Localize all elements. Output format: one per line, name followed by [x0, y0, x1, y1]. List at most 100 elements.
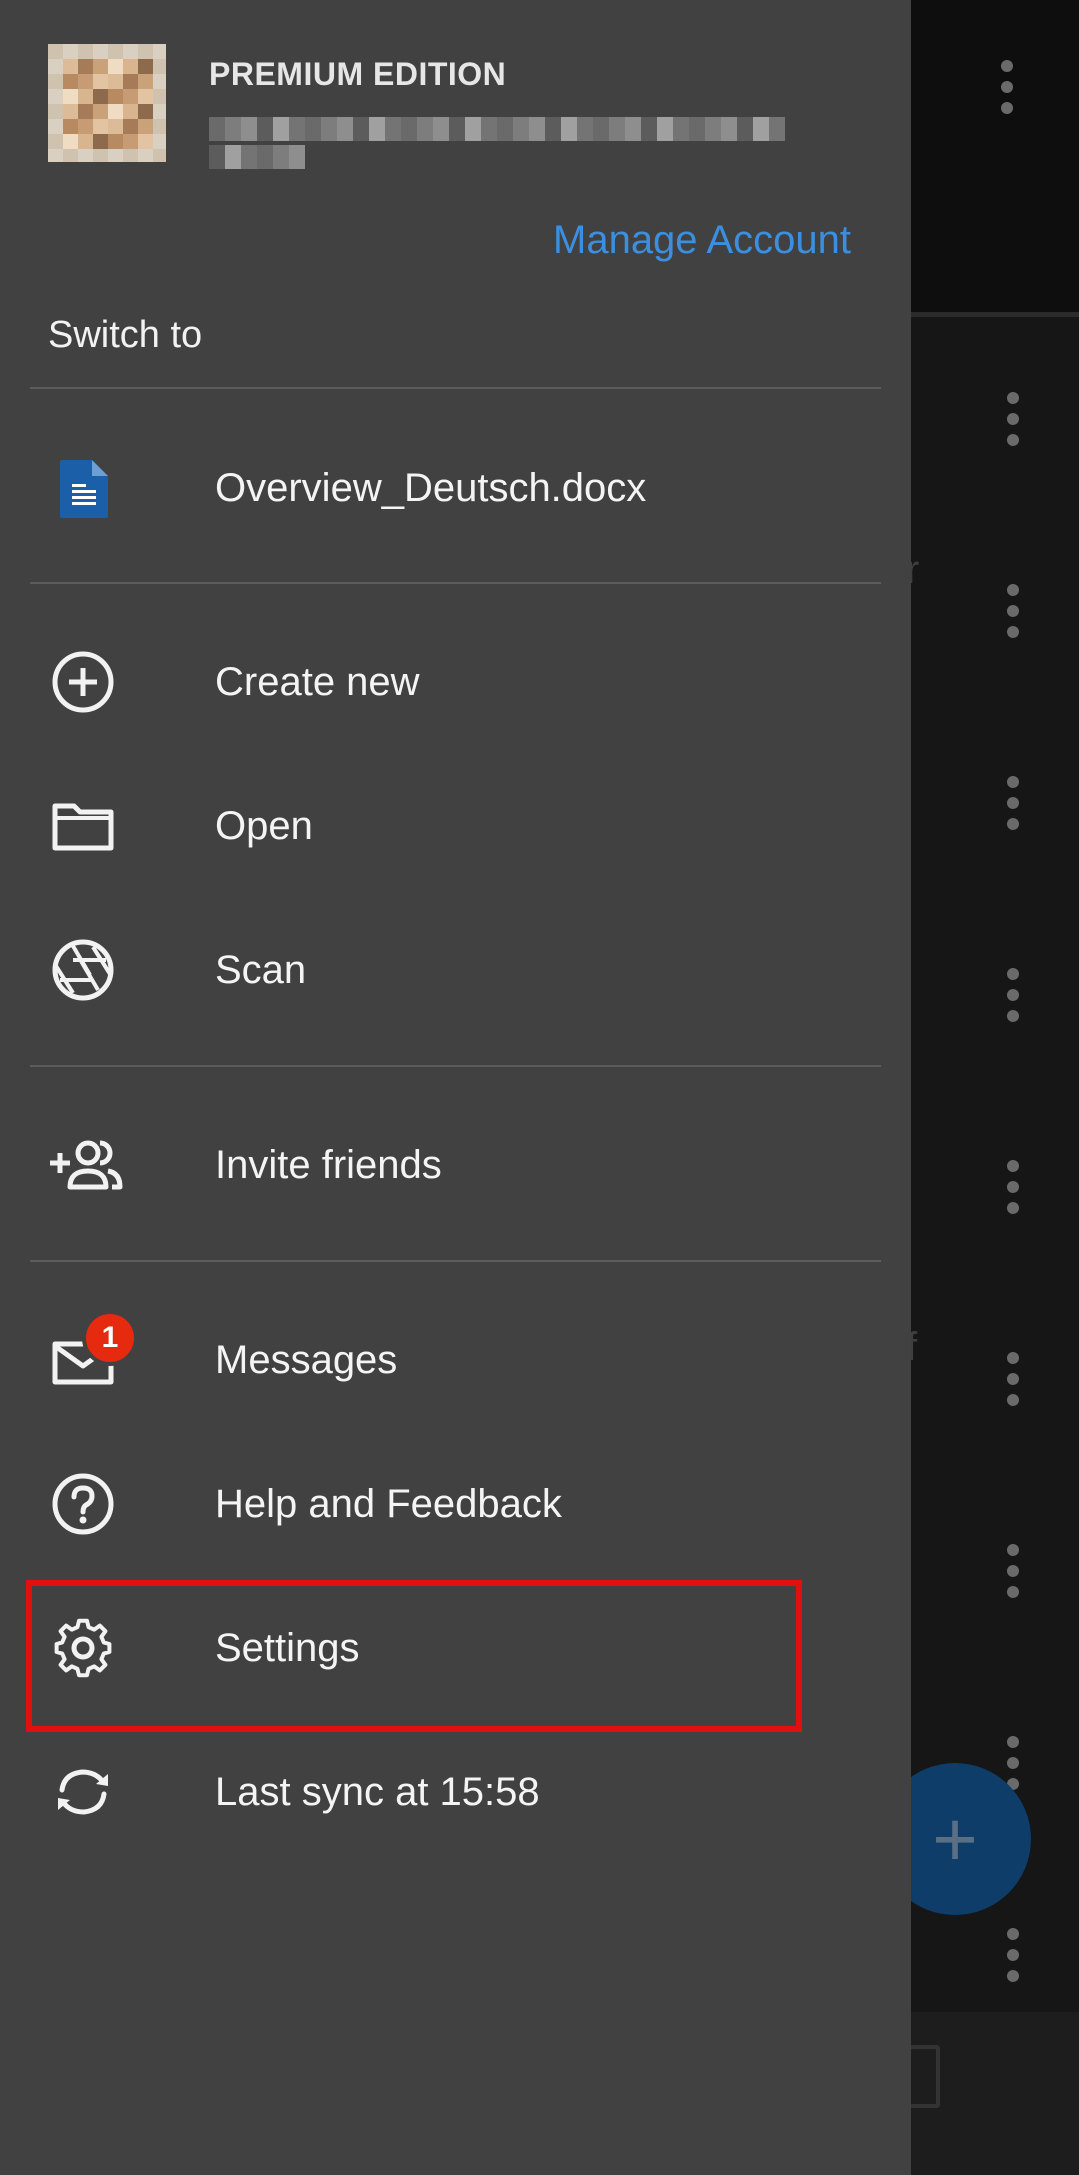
email-pixel [417, 117, 433, 141]
email-pixel [385, 117, 401, 141]
avatar-pixel [78, 149, 94, 162]
divider [30, 1065, 881, 1067]
avatar-pixel [63, 104, 79, 120]
more-options-icon[interactable] [1004, 1352, 1022, 1412]
switch-to-heading: Switch to [48, 314, 203, 356]
avatar-pixel [63, 134, 79, 150]
avatar-pixel [108, 59, 124, 75]
scan-item[interactable]: Scan [0, 898, 911, 1042]
email-pixel [753, 117, 769, 141]
email-pixel [721, 117, 737, 141]
recent-file-item[interactable]: Overview_Deutsch.docx [0, 416, 911, 560]
avatar-pixel [93, 149, 109, 162]
docx-file-icon [58, 458, 110, 520]
email-pixel [273, 117, 289, 141]
email-pixel [593, 117, 609, 141]
avatar-pixel [93, 89, 109, 105]
email-pixel [625, 117, 641, 141]
avatar-pixel [93, 59, 109, 75]
email-pixel [481, 117, 497, 141]
avatar-pixel [63, 74, 79, 90]
email-pixel [225, 117, 241, 141]
more-options-icon[interactable] [1004, 968, 1022, 1028]
email-pixel [513, 117, 529, 141]
recent-file-label: Overview_Deutsch.docx [215, 466, 647, 510]
avatar-pixel [153, 89, 166, 105]
avatar-pixel [108, 104, 124, 120]
avatar-pixel [123, 134, 139, 150]
avatar-pixel [48, 134, 64, 150]
divider [30, 1260, 881, 1262]
email-pixel [577, 117, 593, 141]
email-pixel [529, 117, 545, 141]
more-options-icon[interactable] [1004, 1160, 1022, 1220]
email-pixel [257, 145, 273, 169]
help-feedback-label: Help and Feedback [215, 1482, 562, 1526]
sync-icon [48, 1760, 118, 1824]
avatar-pixel [123, 74, 139, 90]
create-new-item[interactable]: Create new [0, 610, 911, 754]
create-new-label: Create new [215, 660, 420, 704]
manage-account-link[interactable]: Manage Account [553, 218, 851, 263]
email-pixel [657, 117, 673, 141]
email-pixel [257, 117, 273, 141]
email-pixel [209, 117, 225, 141]
account-email-redacted [209, 113, 799, 183]
avatar-pixel [138, 59, 154, 75]
navigation-drawer: PREMIUM EDITION Manage Account Switch to… [0, 0, 911, 2175]
more-options-icon[interactable] [1004, 776, 1022, 836]
more-options-icon[interactable] [1004, 1928, 1022, 1988]
email-pixel [449, 117, 465, 141]
email-pixel [433, 117, 449, 141]
messages-item[interactable]: Messages [0, 1288, 911, 1432]
email-pixel [353, 117, 369, 141]
email-pixel [737, 117, 753, 141]
edition-label: PREMIUM EDITION [209, 56, 507, 92]
avatar-pixel [93, 44, 109, 60]
avatar-pixel [153, 134, 166, 150]
avatar-pixel [78, 104, 94, 120]
open-label: Open [215, 804, 313, 848]
scan-label: Scan [215, 948, 307, 992]
avatar-pixel [153, 149, 166, 162]
avatar-pixel [48, 149, 64, 162]
email-pixel [305, 117, 321, 141]
more-options-icon[interactable] [1004, 1544, 1022, 1604]
avatar-pixel [138, 104, 154, 120]
email-pixel [289, 145, 305, 169]
more-options-icon[interactable] [1004, 392, 1022, 452]
last-sync-label: Last sync at 15:58 [215, 1770, 540, 1814]
avatar-pixel [48, 59, 64, 75]
avatar-pixel [48, 74, 64, 90]
plus-circle-icon [48, 650, 118, 714]
email-pixel [273, 145, 289, 169]
email-pixel [369, 117, 385, 141]
help-feedback-item[interactable]: Help and Feedback [0, 1432, 911, 1576]
avatar-pixel [138, 119, 154, 135]
more-options-icon[interactable] [1004, 584, 1022, 644]
avatar-pixel [78, 44, 94, 60]
messages-count-badge: 1 [82, 1310, 138, 1366]
email-pixel [545, 117, 561, 141]
avatar-pixel [153, 119, 166, 135]
invite-friends-item[interactable]: Invite friends [0, 1093, 911, 1237]
avatar-pixel [78, 74, 94, 90]
avatar-pixel [138, 44, 154, 60]
email-pixel [673, 117, 689, 141]
avatar-pixel [78, 59, 94, 75]
avatar-pixel [48, 44, 64, 60]
help-icon [48, 1472, 118, 1536]
open-item[interactable]: Open [0, 754, 911, 898]
email-pixel [497, 117, 513, 141]
last-sync-item[interactable]: Last sync at 15:58 [0, 1720, 911, 1864]
settings-highlight-box [26, 1580, 802, 1732]
avatar-pixel [48, 104, 64, 120]
avatar[interactable] [48, 44, 166, 162]
avatar-pixel [78, 119, 94, 135]
avatar-pixel [153, 74, 166, 90]
more-options-icon[interactable] [998, 60, 1016, 120]
email-pixel [401, 117, 417, 141]
camera-shutter-icon [48, 938, 118, 1002]
avatar-pixel [63, 44, 79, 60]
invite-friends-label: Invite friends [215, 1143, 442, 1187]
